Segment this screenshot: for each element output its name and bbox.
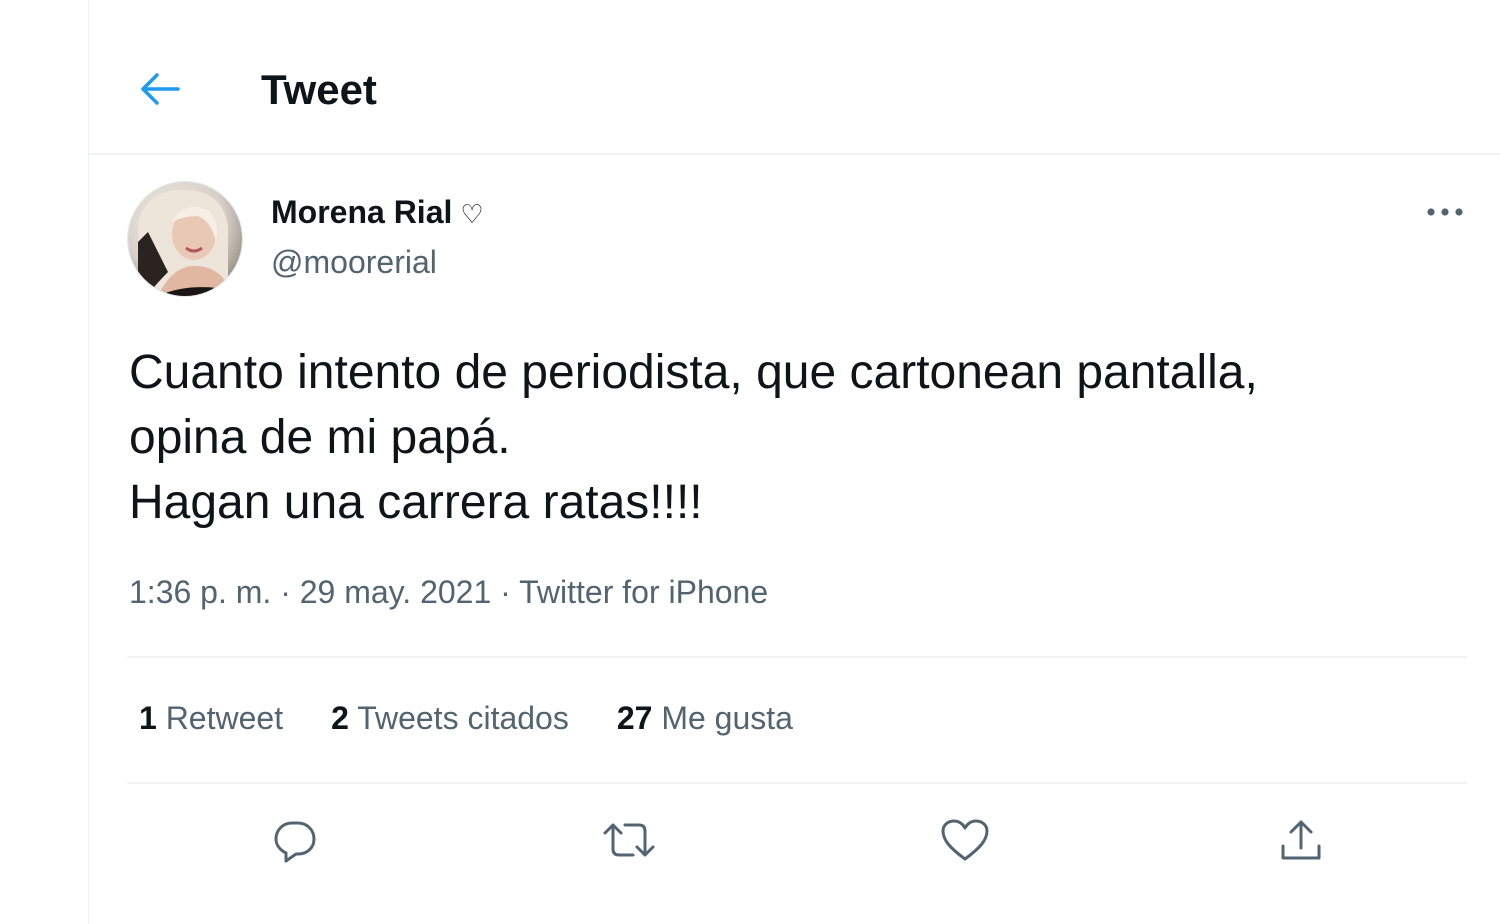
reply-icon (272, 817, 318, 868)
stat-label: Retweet (165, 700, 284, 736)
more-options-button[interactable] (1421, 196, 1469, 232)
author-handle[interactable]: @moorerial (271, 244, 437, 281)
retweet-button[interactable] (599, 812, 659, 872)
reply-button[interactable] (265, 812, 325, 872)
author-display-name[interactable]: Morena Rial (271, 194, 452, 231)
meta-separator: · (271, 574, 300, 610)
stat-label: Me gusta (661, 700, 793, 736)
stat-count: 27 (616, 700, 653, 736)
divider (127, 656, 1467, 658)
stat-likes[interactable]: 27 Me gusta (617, 700, 793, 737)
header: Tweet (89, 0, 1500, 155)
tweet-text-line: opina de mi papá. (129, 411, 511, 464)
stat-count: 2 (331, 700, 349, 736)
tweet-text-line: Cuanto intento de periodista, que carton… (129, 346, 1258, 399)
page: Tweet Morena Rial ♡ @moorerial Cuanto in… (0, 0, 1500, 924)
tweet-meta: 1:36 p. m. · 29 may. 2021 · Twitter for … (129, 574, 768, 611)
share-button[interactable] (1271, 812, 1331, 872)
divider (127, 782, 1467, 784)
tweet-stats: 1 Retweet 2 Tweets citados 27 Me gusta (139, 700, 793, 737)
back-button[interactable] (129, 60, 191, 122)
stat-retweets[interactable]: 1 Retweet (139, 700, 283, 737)
like-button[interactable] (935, 812, 995, 872)
name-heart-emoji: ♡ (460, 198, 484, 229)
avatar[interactable] (127, 181, 243, 297)
tweet-text: Cuanto intento de periodista, que carton… (129, 340, 1469, 535)
tweet-text-line: Hagan una carrera ratas!!!! (129, 476, 703, 529)
arrow-left-icon (140, 72, 180, 111)
page-title: Tweet (261, 66, 377, 113)
tweet-date[interactable]: 29 may. 2021 (300, 574, 492, 610)
tweet-column: Tweet Morena Rial ♡ @moorerial Cuanto in… (88, 0, 1500, 924)
tweet-source[interactable]: Twitter for iPhone (519, 574, 768, 610)
stat-quote-tweets[interactable]: 2 Tweets citados (331, 700, 569, 737)
stat-label: Tweets citados (357, 700, 569, 736)
stat-count: 1 (139, 700, 157, 736)
retweet-icon (601, 817, 657, 868)
meta-separator: · (491, 574, 520, 610)
heart-icon (940, 817, 990, 868)
tweet-time[interactable]: 1:36 p. m. (129, 574, 271, 610)
share-icon (1277, 816, 1325, 869)
author-name-row: Morena Rial ♡ (271, 194, 484, 231)
more-icon (1425, 205, 1465, 223)
